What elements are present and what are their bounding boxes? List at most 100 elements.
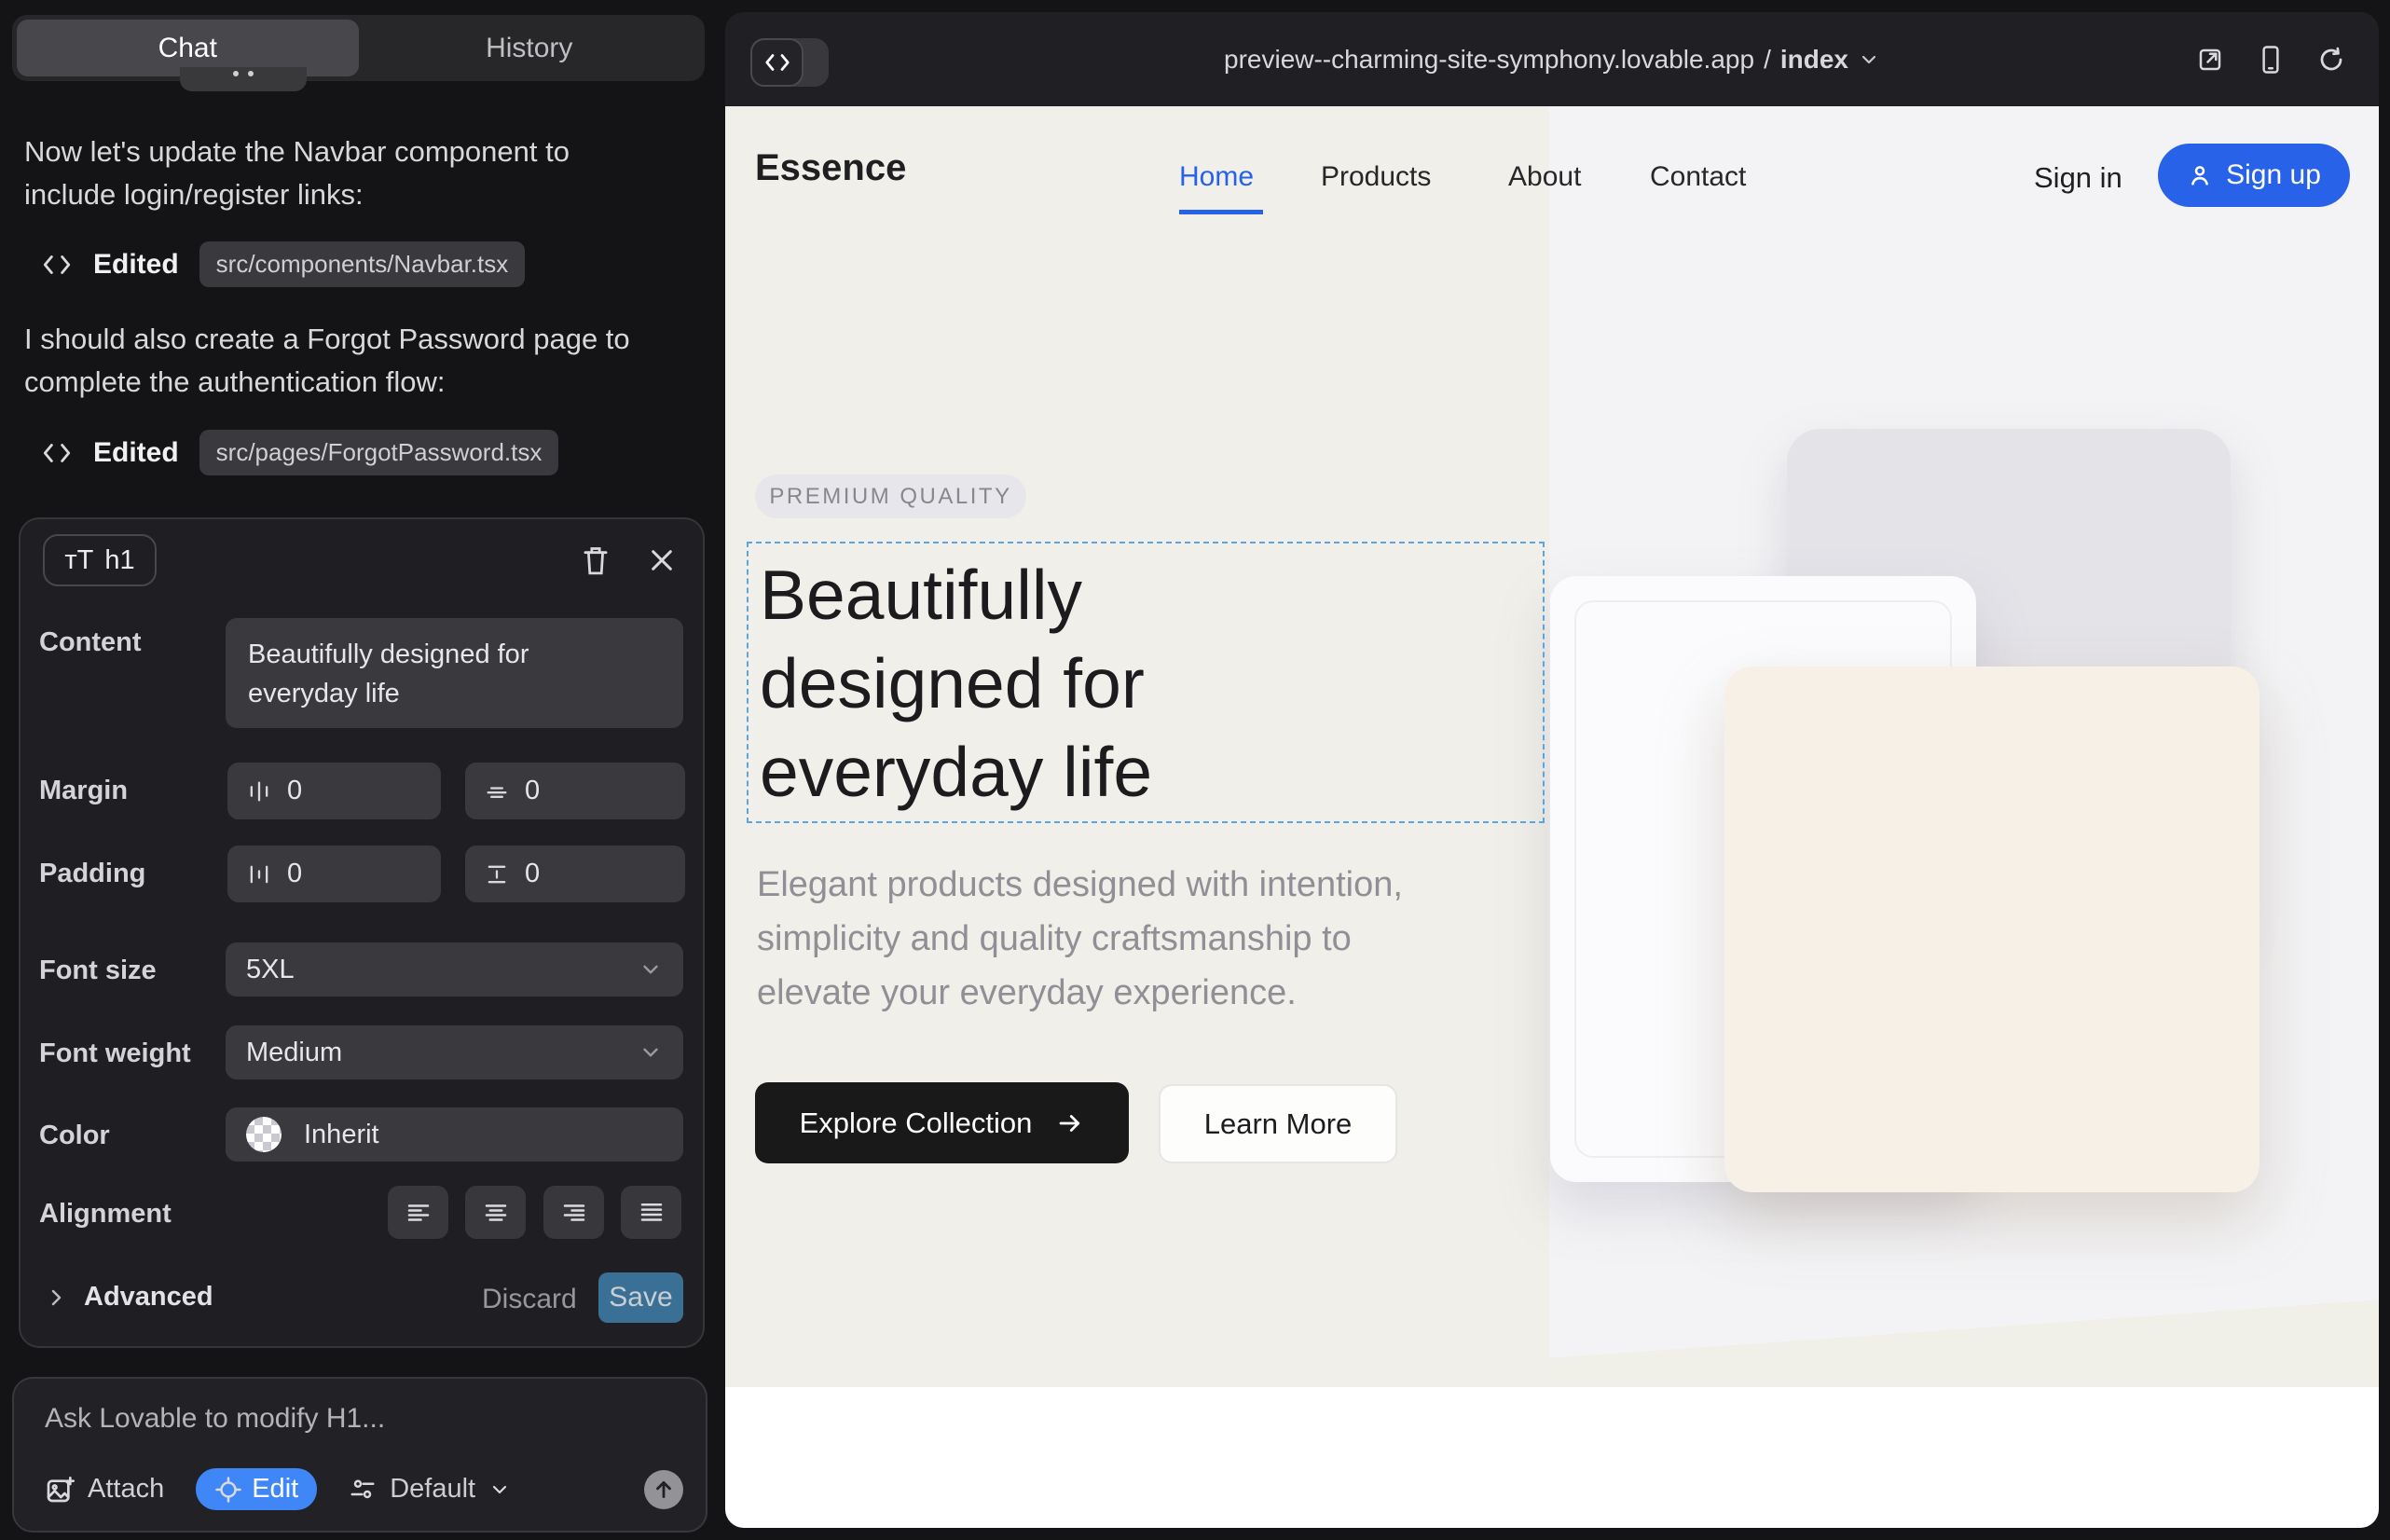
preview-url[interactable]: preview--charming-site-symphony.lovable.…	[1224, 45, 1754, 75]
chevron-down-icon[interactable]	[1858, 48, 1880, 71]
discard-button[interactable]: Discard	[482, 1284, 577, 1315]
margin-y-value: 0	[525, 776, 540, 806]
sign-up-label: Sign up	[2226, 159, 2321, 191]
color-select[interactable]: Inherit	[226, 1107, 683, 1162]
edited-label: Edited	[93, 249, 179, 281]
color-label: Color	[39, 1121, 110, 1151]
file-chip[interactable]: src/pages/ForgotPassword.tsx	[199, 430, 559, 475]
file-chip[interactable]: src/components/Navbar.tsx	[199, 241, 526, 287]
code-icon	[41, 439, 73, 467]
explore-collection-label: Explore Collection	[800, 1107, 1033, 1140]
align-left-button[interactable]	[388, 1186, 448, 1239]
chat-message-line: I should also create a Forgot Password p…	[24, 318, 630, 361]
code-preview-toggle[interactable]	[750, 38, 829, 87]
margin-horizontal-icon	[246, 778, 272, 804]
margin-x-input[interactable]: 0	[227, 763, 441, 819]
padding-vertical-icon	[484, 861, 510, 887]
sign-up-button[interactable]: Sign up	[2158, 144, 2350, 207]
prompt-toolbar: Attach Edit Default	[45, 1468, 683, 1510]
edited-label: Edited	[93, 437, 179, 469]
page-name[interactable]: index	[1780, 45, 1848, 75]
nav-link-products[interactable]: Products	[1321, 161, 1431, 193]
chevron-down-icon	[639, 957, 663, 982]
padding-x-value: 0	[287, 859, 302, 889]
url-bar: preview--charming-site-symphony.lovable.…	[725, 12, 2379, 106]
chat-history-tabs: Chat History	[12, 15, 705, 81]
font-size-select[interactable]: 5XL	[226, 942, 683, 997]
close-icon[interactable]	[647, 545, 677, 575]
element-tag-pill[interactable]: тT h1	[43, 534, 157, 586]
chevron-down-icon	[639, 1040, 663, 1065]
tab-history[interactable]: History	[359, 20, 701, 76]
edited-file-row: Edited src/pages/ForgotPassword.tsx	[41, 430, 558, 475]
hero-paragraph: Elegant products designed with intention…	[757, 858, 1403, 1020]
prompt-box: Ask Lovable to modify H1... Attach Edit …	[12, 1377, 707, 1533]
user-icon	[2187, 162, 2213, 188]
align-justify-button[interactable]	[621, 1186, 681, 1239]
hero-paragraph-line: elevate your everyday experience.	[757, 966, 1403, 1020]
hero-heading-line: everyday life	[760, 728, 1152, 817]
mobile-view-icon[interactable]	[2258, 45, 2284, 75]
site-viewport: Essence Home Products About Contact Sign…	[725, 106, 2379, 1528]
hero-paragraph-line: simplicity and quality craftsmanship to	[757, 912, 1403, 966]
hero-heading[interactable]: Beautifully designed for everyday life	[760, 551, 1152, 817]
send-button[interactable]	[644, 1470, 683, 1509]
edit-label: Edit	[252, 1474, 298, 1505]
chat-message-line: Now let's update the Navbar component to	[24, 131, 570, 173]
nav-link-about[interactable]: About	[1508, 161, 1581, 193]
hero-heading-line: designed for	[760, 639, 1152, 728]
code-icon[interactable]	[750, 38, 804, 87]
advanced-label: Advanced	[84, 1282, 213, 1313]
alignment-label: Alignment	[39, 1199, 172, 1230]
prompt-input[interactable]: Ask Lovable to modify H1...	[45, 1403, 385, 1435]
font-size-value: 5XL	[246, 955, 295, 985]
content-input[interactable]: Beautifully designed for everyday life	[226, 618, 683, 728]
font-size-label: Font size	[39, 956, 157, 986]
advanced-toggle[interactable]: Advanced	[45, 1282, 213, 1313]
sliders-icon	[349, 1476, 377, 1504]
chat-message-line: complete the authentication flow:	[24, 361, 630, 404]
open-external-icon[interactable]	[2196, 46, 2224, 74]
sign-in-link[interactable]: Sign in	[2034, 161, 2122, 195]
font-weight-select[interactable]: Medium	[226, 1025, 683, 1079]
path-separator: /	[1764, 45, 1771, 75]
chat-message: I should also create a Forgot Password p…	[24, 318, 630, 404]
decorative-card-beige	[1724, 667, 2260, 1192]
color-swatch	[246, 1117, 282, 1152]
margin-vertical-icon	[484, 778, 510, 804]
image-plus-icon	[45, 1475, 75, 1505]
learn-more-button[interactable]: Learn More	[1159, 1084, 1397, 1163]
align-right-button[interactable]	[543, 1186, 604, 1239]
active-nav-underline	[1179, 210, 1263, 214]
chat-message-line: include login/register links:	[24, 173, 570, 216]
scrolled-chip	[180, 67, 307, 91]
attach-label: Attach	[88, 1474, 164, 1505]
edit-mode-button[interactable]: Edit	[196, 1468, 317, 1510]
save-button[interactable]: Save	[598, 1272, 683, 1323]
nav-link-home[interactable]: Home	[1179, 161, 1254, 193]
crosshair-icon	[214, 1476, 242, 1504]
margin-x-value: 0	[287, 776, 302, 806]
delete-element-button[interactable]	[580, 543, 611, 577]
content-label: Content	[39, 627, 142, 658]
margin-label: Margin	[39, 776, 128, 806]
font-weight-label: Font weight	[39, 1038, 191, 1069]
padding-x-input[interactable]: 0	[227, 846, 441, 902]
padding-y-input[interactable]: 0	[465, 846, 685, 902]
site-brand[interactable]: Essence	[755, 147, 906, 189]
typography-icon: тT	[64, 545, 93, 576]
nav-link-contact[interactable]: Contact	[1650, 161, 1746, 193]
attach-button[interactable]: Attach	[45, 1474, 164, 1505]
preview-panel: preview--charming-site-symphony.lovable.…	[725, 12, 2379, 1528]
chevron-down-icon	[488, 1478, 511, 1501]
app-window: Chat History Now let's update the Navbar…	[0, 0, 2390, 1540]
hero-paragraph-line: Elegant products designed with intention…	[757, 858, 1403, 912]
refresh-icon[interactable]	[2317, 46, 2345, 74]
margin-y-input[interactable]: 0	[465, 763, 685, 819]
chat-message: Now let's update the Navbar component to…	[24, 131, 570, 216]
content-line: everyday life	[248, 674, 661, 713]
explore-collection-button[interactable]: Explore Collection	[755, 1082, 1129, 1163]
align-center-button[interactable]	[465, 1186, 526, 1239]
mode-select[interactable]: Default	[349, 1474, 511, 1505]
color-value: Inherit	[304, 1120, 379, 1150]
